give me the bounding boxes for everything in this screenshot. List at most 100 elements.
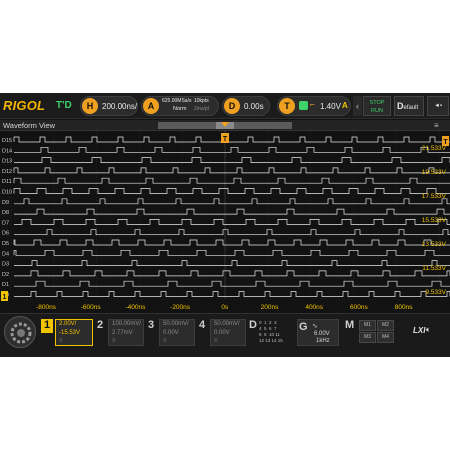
rigol-logo: RIGOL (3, 98, 46, 113)
channel-1-marker-letter: 1 (3, 294, 7, 301)
math-m4[interactable]: M4 (377, 332, 394, 343)
trigger-level-letter: T (443, 139, 448, 146)
channel-3-control[interactable]: 3 50.00mV/ 0.00V ≡ (145, 319, 195, 347)
digital-trace-d13 (14, 157, 450, 163)
top-toolbar: RIGOL T'D H 200.00ns/ A 625.00MSa/s Norm… (0, 93, 450, 119)
memory-position-bar[interactable] (158, 122, 292, 129)
default-button[interactable]: Default (394, 96, 424, 116)
channel-4-scale: 50.00mV/ (214, 321, 240, 327)
horizontal-icon: H (82, 98, 98, 114)
generator-control[interactable]: G ∿ 6.00V 1kHz (297, 319, 339, 346)
time-label: -600ns (81, 304, 102, 311)
channel-2-control[interactable]: 2 100.00mV/ 2.77mV ≡ (94, 319, 144, 347)
digital-channel-label: D13 (2, 159, 12, 165)
digital-trace-d10 (13, 188, 450, 194)
time-label: 400ns (305, 304, 323, 311)
time-label: -800ns (36, 304, 57, 311)
math-m2[interactable]: M2 (377, 320, 394, 331)
digital-trace-d11 (13, 177, 450, 184)
digital-channel-label: D14 (2, 148, 12, 154)
digital-channel-label: D10 (2, 190, 12, 196)
home-menu-icon[interactable] (4, 316, 36, 348)
math-m1[interactable]: M1 (359, 320, 376, 331)
channel-1-offset: -15.53V (59, 330, 81, 336)
top-right-chip[interactable]: ◄▪ (427, 96, 449, 116)
delay-control[interactable]: D 0.00s (222, 96, 270, 116)
trigger-control[interactable]: T ⌐ 1.40V A (277, 96, 351, 116)
bottom-bar: 1 2.00V/ -15.53V ≡ 2 100.00mV/ 2.77mV ≡ … (0, 313, 450, 357)
channel-1-scale: 2.00V/ (59, 321, 77, 327)
voltage-label: 9.533V (425, 289, 446, 296)
digital-trace-d8 (14, 208, 450, 215)
channel-2-number: 2 (96, 319, 104, 331)
memory-depth: 10kpts (194, 98, 209, 104)
voltage-label: 11.533V (422, 265, 446, 272)
channel-4-number: 4 (198, 319, 206, 331)
delay-icon: D (224, 98, 240, 114)
digital-trace-d2 (14, 270, 450, 277)
waveform-svg: D15D14D13D12D11D10D9D8D7D6D5D4D3D2D1D021… (0, 131, 450, 311)
digital-trace-d4 (13, 249, 450, 256)
digital-trace-d14 (14, 146, 450, 153)
digital-channel-label: D5 (2, 241, 9, 247)
channel-2-coupling-icon: ≡ (112, 338, 116, 344)
generator-frequency: 1kHz (316, 338, 330, 344)
time-label: 800ns (395, 304, 413, 311)
math-control[interactable]: M M1 M2 M3 M4 (344, 319, 394, 347)
chevron-left-icon[interactable]: ‹ (353, 96, 362, 116)
math-m3[interactable]: M3 (359, 332, 376, 343)
digital-channel-label: D2 (2, 272, 9, 278)
horizontal-scale-control[interactable]: H 200.00ns/ (80, 96, 138, 116)
channel-3-scale: 50.00mV/ (163, 321, 189, 327)
run-stop-line1: STOP (369, 100, 385, 106)
digital-channel-label: D8 (2, 210, 9, 216)
time-label: 0s (221, 304, 229, 311)
digital-trace-d0 (14, 291, 450, 297)
voltage-label: 21.533V (422, 145, 447, 152)
digital-channel-label: D6 (2, 231, 9, 237)
time-label: -400ns (125, 304, 146, 311)
default-rest: efault (403, 105, 419, 111)
acquire-control[interactable]: A 625.00MSa/s Norm 10kpts 2ms/pt (141, 96, 219, 116)
channel-3-offset: 0.00V (163, 330, 179, 336)
oscilloscope-screen: RIGOL T'D H 200.00ns/ A 625.00MSa/s Norm… (0, 93, 450, 357)
run-stop-button[interactable]: STOP RUN (363, 96, 391, 116)
digital-trace-d7 (14, 219, 450, 225)
generator-amplitude: 6.00V (314, 331, 330, 337)
digital-trace-d6 (14, 229, 450, 236)
channel-1-control[interactable]: 1 2.00V/ -15.53V ≡ (41, 319, 93, 347)
voltage-label: 17.533V (422, 193, 447, 200)
digital-trace-d5 (13, 239, 450, 246)
channel-1-coupling-icon: ≡ (59, 338, 63, 344)
waveform-view-title: Waveform View (3, 121, 56, 130)
digital-channel-label: D15 (2, 138, 12, 144)
waveform-plot[interactable]: D15D14D13D12D11D10D9D8D7D6D5D4D3D2D1D021… (0, 131, 450, 313)
lxi-logo: LXI (413, 326, 426, 335)
digital-trace-d1 (14, 280, 450, 287)
time-label: -200ns (170, 304, 191, 311)
trigger-position-letter: T (223, 136, 228, 143)
sine-wave-icon: ∿ (312, 323, 318, 330)
digital-channels-control[interactable]: D 0 1 2 3 4 5 6 7 8 9 10 11 12 13 14 15 (247, 319, 295, 347)
hamburger-icon[interactable]: ≡ (434, 121, 439, 130)
trigger-source: A (342, 101, 348, 110)
voltage-label: 15.533V (422, 217, 447, 224)
digital-channel-label: D9 (2, 200, 9, 206)
digital-channel-label: D3 (2, 262, 9, 268)
trigger-status-icon (299, 101, 308, 110)
digital-trace-d12 (13, 167, 450, 174)
digital-channel-label: D11 (2, 179, 12, 185)
channel-4-control[interactable]: 4 50.00mV/ 0.00V ≡ (196, 319, 246, 347)
channel-4-coupling-icon: ≡ (214, 338, 218, 344)
math-label: M (345, 319, 355, 331)
digital-trace-d3 (14, 260, 450, 266)
speaker-icon[interactable]: 🔈︎ (426, 325, 431, 335)
digital-trace-d9 (14, 198, 450, 205)
run-stop-line2: RUN (371, 108, 383, 114)
time-domain-mode[interactable]: T'D (56, 100, 72, 111)
rising-edge-icon: ⌐ (310, 100, 315, 109)
time-label: 600ns (350, 304, 368, 311)
digital-channel-label: D1 (2, 282, 9, 288)
sample-rate: 625.00MSa/s (162, 98, 192, 104)
channel-3-coupling-icon: ≡ (163, 338, 167, 344)
